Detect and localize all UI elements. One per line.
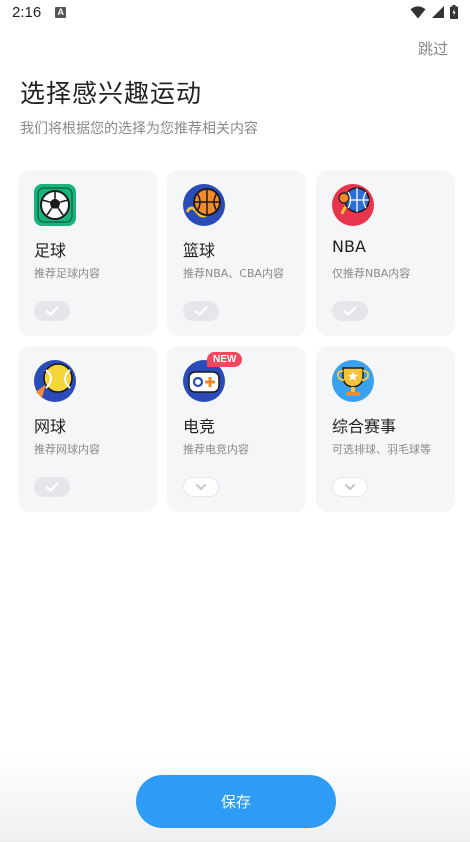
sports-grid: 足球 推荐足球内容 篮球 推荐NBA、CBA内容 NBA 仅推荐NBA内容 网球… bbox=[18, 170, 455, 512]
skip-button[interactable]: 跳过 bbox=[418, 38, 448, 59]
soccer-ball-icon bbox=[34, 184, 76, 226]
sport-name: 篮球 bbox=[183, 241, 216, 260]
check-icon bbox=[194, 306, 208, 316]
trophy-icon bbox=[332, 360, 374, 402]
sport-card-tennis[interactable]: 网球 推荐网球内容 bbox=[18, 346, 157, 512]
select-toggle[interactable] bbox=[183, 301, 219, 321]
cell-signal-icon bbox=[432, 6, 444, 18]
wifi-icon bbox=[410, 5, 426, 18]
select-toggle[interactable] bbox=[332, 301, 368, 321]
sport-name: NBA bbox=[332, 237, 366, 256]
chevron-down-icon bbox=[196, 484, 206, 490]
tennis-ball-icon bbox=[34, 360, 76, 402]
sport-desc: 推荐足球内容 bbox=[34, 267, 100, 280]
sport-card-esports[interactable]: NEW 电竞 推荐电竞内容 bbox=[167, 346, 306, 512]
expand-toggle[interactable] bbox=[183, 477, 219, 497]
status-bar: 2:16 A bbox=[0, 0, 470, 24]
sport-card-nba[interactable]: NBA 仅推荐NBA内容 bbox=[316, 170, 455, 336]
sport-desc: 可选排球、羽毛球等 bbox=[332, 443, 431, 456]
sport-card-multi-sport[interactable]: 综合赛事 可选排球、羽毛球等 bbox=[316, 346, 455, 512]
sport-desc: 仅推荐NBA内容 bbox=[332, 267, 411, 280]
page-title: 选择感兴趣运动 bbox=[20, 79, 203, 108]
sport-card-soccer[interactable]: 足球 推荐足球内容 bbox=[18, 170, 157, 336]
new-badge: NEW bbox=[207, 352, 243, 367]
page-subtitle: 我们将根据您的选择为您推荐相关内容 bbox=[20, 121, 258, 137]
battery-icon bbox=[450, 5, 458, 19]
sport-name: 电竞 bbox=[183, 417, 216, 436]
select-toggle[interactable] bbox=[34, 477, 70, 497]
sport-name: 足球 bbox=[34, 241, 67, 260]
nba-icon bbox=[332, 184, 374, 226]
save-button[interactable]: 保存 bbox=[136, 775, 336, 828]
sport-desc: 推荐网球内容 bbox=[34, 443, 100, 456]
sport-name: 网球 bbox=[34, 417, 67, 436]
sport-desc: 推荐电竞内容 bbox=[183, 443, 249, 456]
status-icons bbox=[410, 5, 458, 19]
select-toggle[interactable] bbox=[34, 301, 70, 321]
sport-card-basketball[interactable]: 篮球 推荐NBA、CBA内容 bbox=[167, 170, 306, 336]
check-icon bbox=[45, 306, 59, 316]
sport-desc: 推荐NBA、CBA内容 bbox=[183, 267, 285, 280]
notification-icon: A bbox=[55, 6, 67, 18]
check-icon bbox=[45, 482, 59, 492]
status-time: 2:16 bbox=[12, 3, 42, 21]
chevron-down-icon bbox=[345, 484, 355, 490]
sport-name: 综合赛事 bbox=[332, 417, 397, 436]
expand-toggle[interactable] bbox=[332, 477, 368, 497]
basketball-icon bbox=[183, 184, 225, 226]
check-icon bbox=[343, 306, 357, 316]
